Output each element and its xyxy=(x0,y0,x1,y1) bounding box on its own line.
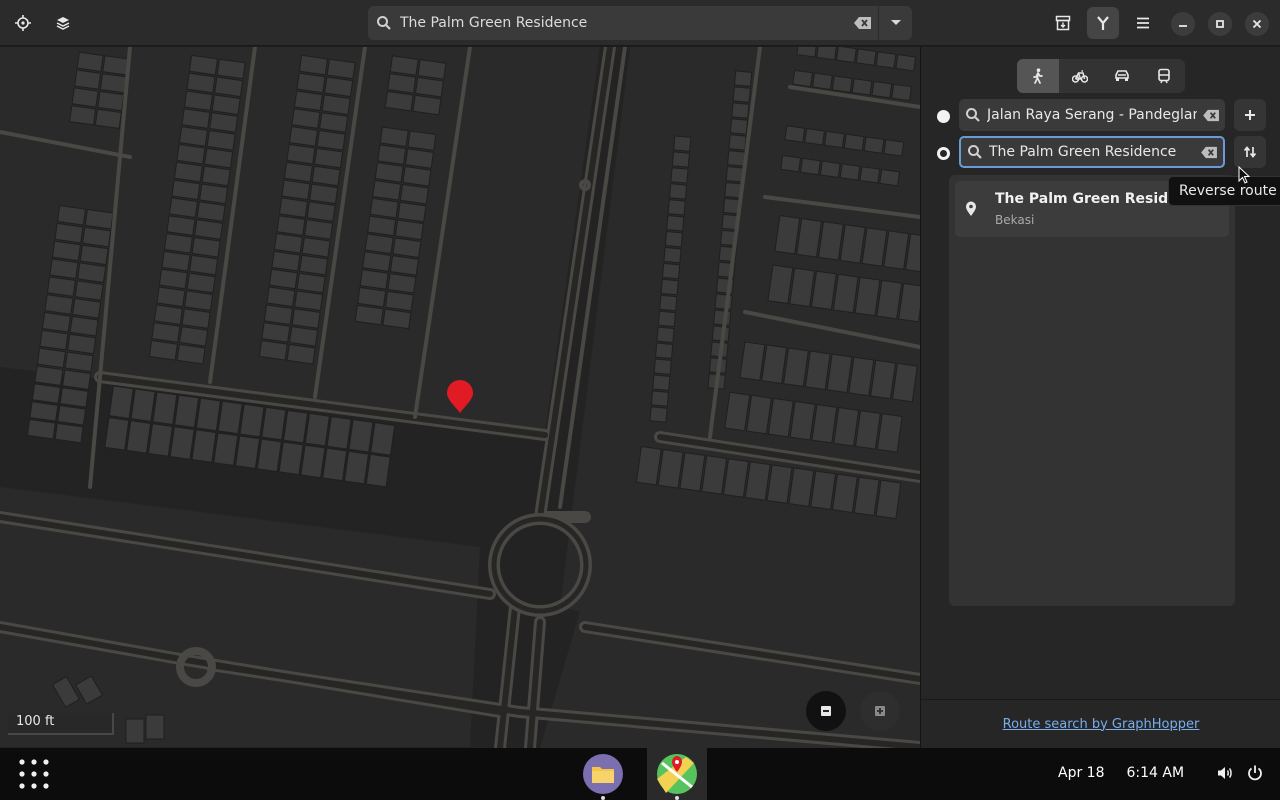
maximize-button[interactable] xyxy=(1208,12,1232,36)
route-to-entry[interactable]: The Palm Green Residence xyxy=(959,136,1225,168)
walk-mode-button[interactable] xyxy=(1017,59,1059,93)
layers-icon xyxy=(56,17,70,30)
archive-icon xyxy=(1055,15,1071,31)
sidebar-footer: Route search by GraphHopper xyxy=(921,699,1280,748)
place-pin-icon xyxy=(965,201,977,221)
reverse-route-button[interactable] xyxy=(1234,136,1266,168)
clock-time: 6:14 AM xyxy=(1126,765,1185,781)
maximize-icon xyxy=(1216,20,1224,28)
close-icon xyxy=(1252,19,1262,29)
route-sidebar: Jalan Raya Serang - Pandeglang The Palm … xyxy=(920,47,1280,748)
plus-icon xyxy=(1245,110,1255,120)
search-input[interactable]: The Palm Green Residence xyxy=(400,15,848,31)
header-bar: The Palm Green Residence xyxy=(0,0,1280,46)
layers-button[interactable] xyxy=(47,7,79,39)
route-from-row: Jalan Raya Serang - Pandeglang xyxy=(921,99,1280,133)
bike-mode-button[interactable] xyxy=(1059,59,1101,93)
taskbar: Apr 18 6:14 AM xyxy=(0,748,1280,800)
clear-from-icon[interactable] xyxy=(1197,109,1225,122)
running-indicator xyxy=(675,796,679,800)
zoom-out-icon xyxy=(821,706,831,716)
clear-to-icon[interactable] xyxy=(1195,146,1223,159)
route-to-row: The Palm Green Residence xyxy=(921,136,1280,170)
minimize-icon xyxy=(1179,25,1187,27)
zoom-out-button[interactable] xyxy=(806,691,846,731)
end-point-icon xyxy=(937,147,950,160)
map-canvas[interactable] xyxy=(0,47,920,748)
running-indicator xyxy=(601,796,605,800)
route-from-entry[interactable]: Jalan Raya Serang - Pandeglang xyxy=(959,99,1225,131)
folder-icon xyxy=(583,754,623,794)
search-results-list: The Palm Green Residence Bekasi xyxy=(949,175,1235,606)
map-view[interactable]: 100 ft xyxy=(0,47,920,748)
clear-search-icon[interactable] xyxy=(848,16,878,30)
hamburger-icon xyxy=(1137,17,1149,29)
minimize-button[interactable] xyxy=(1171,12,1195,36)
pedestrian-icon xyxy=(1033,68,1043,84)
map-scale: 100 ft xyxy=(8,713,114,735)
system-tray[interactable] xyxy=(1216,764,1264,782)
car-mode-button[interactable] xyxy=(1101,59,1143,93)
maps-icon xyxy=(657,754,697,794)
search-entry[interactable]: The Palm Green Residence xyxy=(368,6,912,40)
search-icon xyxy=(368,15,400,31)
route-planner-button[interactable] xyxy=(1087,7,1119,39)
transit-mode-button[interactable] xyxy=(1143,59,1185,93)
graphhopper-link[interactable]: Route search by GraphHopper xyxy=(1003,717,1200,732)
volume-icon xyxy=(1218,767,1232,779)
locate-me-button[interactable] xyxy=(7,7,39,39)
route-to-input[interactable]: The Palm Green Residence xyxy=(989,144,1195,160)
clock[interactable]: Apr 18 6:14 AM xyxy=(1058,765,1184,781)
zoom-in-icon xyxy=(875,706,885,716)
train-icon xyxy=(1158,68,1170,84)
maps-window: The Palm Green Residence 100 ft Jalan Ra… xyxy=(0,0,1280,800)
bicycle-icon xyxy=(1072,70,1088,83)
maps-app[interactable] xyxy=(647,748,707,800)
search-icon xyxy=(959,107,987,123)
search-icon xyxy=(961,144,989,160)
files-app[interactable] xyxy=(573,748,633,800)
chevron-down-icon xyxy=(890,20,901,25)
app-grid-icon[interactable] xyxy=(18,758,50,790)
reverse-route-tooltip: Reverse route xyxy=(1168,176,1280,206)
close-button[interactable] xyxy=(1245,12,1269,36)
route-from-input[interactable]: Jalan Raya Serang - Pandeglang xyxy=(987,107,1197,123)
mouse-cursor-icon xyxy=(1238,166,1250,184)
clock-date: Apr 18 xyxy=(1058,765,1105,781)
main-menu-button[interactable] xyxy=(1127,7,1159,39)
crosshair-icon xyxy=(15,15,31,31)
car-icon xyxy=(1115,70,1129,81)
result-subtitle: Bekasi xyxy=(995,213,1035,227)
route-icon xyxy=(1097,16,1109,30)
power-icon xyxy=(1248,765,1262,781)
swap-vertical-icon xyxy=(1243,146,1257,158)
favorites-button[interactable] xyxy=(1047,7,1079,39)
search-dropdown-button[interactable] xyxy=(878,6,912,40)
transport-mode-selector xyxy=(1017,59,1185,93)
start-point-icon xyxy=(937,110,950,123)
zoom-in-button[interactable] xyxy=(860,691,900,731)
add-via-button[interactable] xyxy=(1234,99,1266,131)
